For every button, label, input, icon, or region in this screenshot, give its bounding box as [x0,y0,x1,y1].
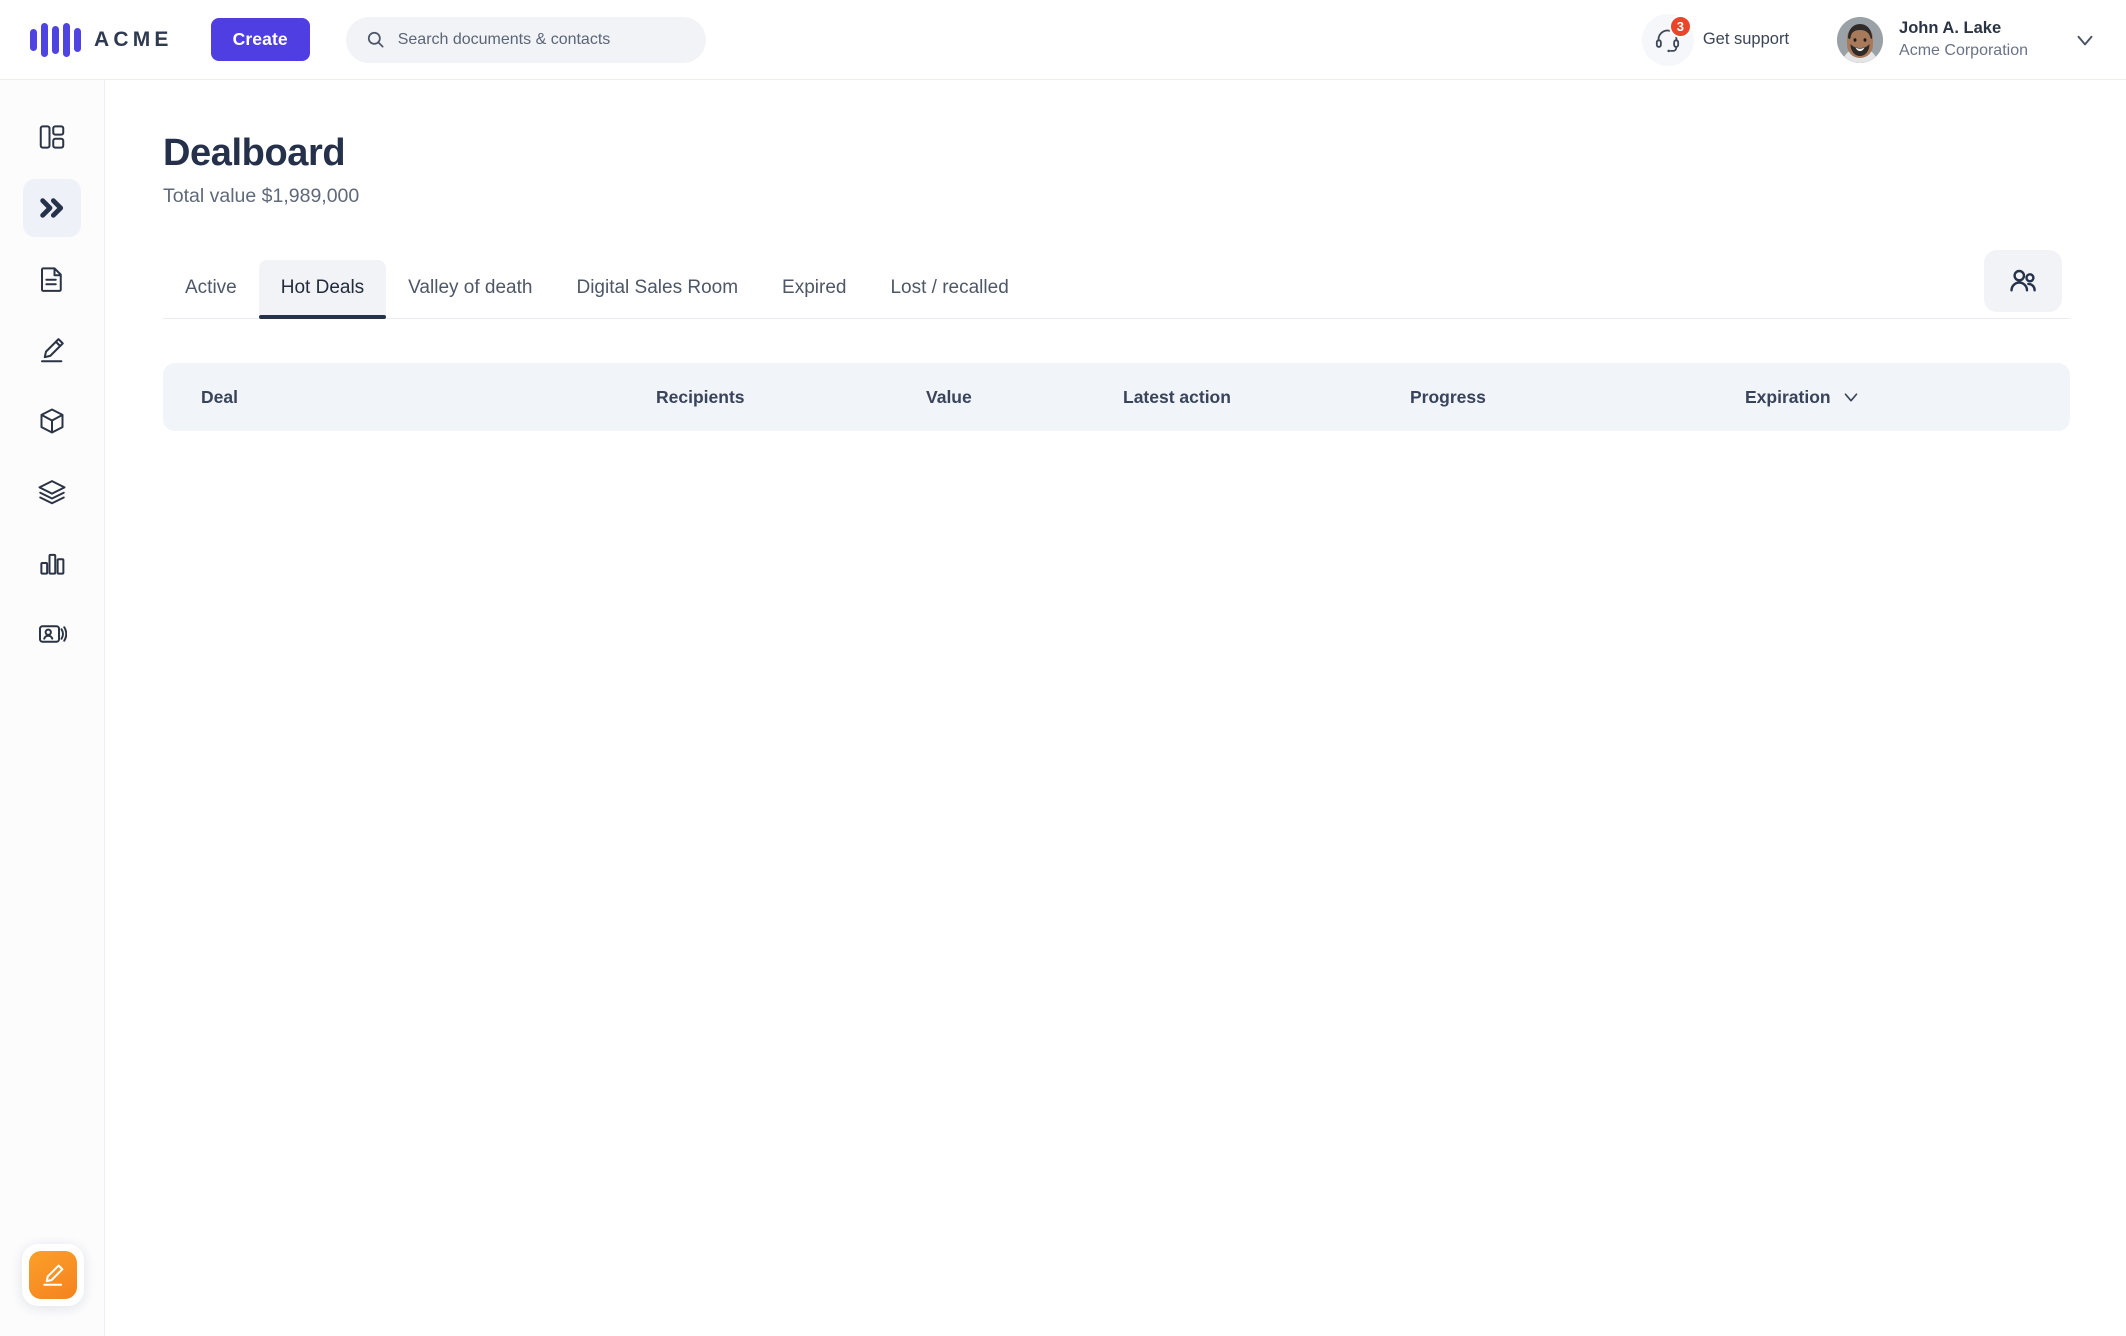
sign-fab-container [22,1244,84,1306]
people-icon [2007,265,2039,297]
column-header-deal[interactable]: Deal [201,387,656,408]
signature-pen-icon [40,1262,66,1288]
layers-icon [37,477,67,507]
tab-hot-deals[interactable]: Hot Deals [258,260,387,319]
team-members-button[interactable] [1984,250,2062,312]
chevron-down-icon[interactable] [1840,386,1862,408]
column-header-recipients[interactable]: Recipients [656,387,926,408]
sidebar-item-documents[interactable] [23,250,81,308]
page-subtitle: Total value $1,989,000 [163,185,360,207]
sidebar-item-products[interactable] [23,392,81,450]
tab-bar: Active Hot Deals Valley of death Digital… [163,250,2070,319]
support-notification-badge: 3 [1668,14,1692,38]
document-icon [37,264,67,294]
brand-logo[interactable]: ACME [30,22,173,57]
tab-expired[interactable]: Expired [760,260,868,318]
column-header-expiration-label: Expiration [1745,386,1831,407]
get-support-button[interactable]: 3 Get support [1641,13,1790,66]
sidebar-item-contacts[interactable] [23,605,81,663]
tab-digital-sales-room[interactable]: Digital Sales Room [554,260,760,318]
headset-icon: 3 [1641,13,1694,66]
deals-table: Deal Recipients Value Latest action Prog… [163,363,2070,731]
tab-valley-of-death[interactable]: Valley of death [386,260,554,318]
table-header-row: Deal Recipients Value Latest action Prog… [163,363,2070,431]
avatar [1837,16,1884,63]
sign-fab-button[interactable] [29,1251,77,1299]
bar-chart-icon [37,548,67,578]
page-title: Dealboard [163,132,346,174]
account-name: John A. Lake [1899,19,2002,38]
chevron-down-icon[interactable] [2072,27,2098,53]
tab-lost-recalled[interactable]: Lost / recalled [868,260,1030,318]
contact-card-icon [37,619,67,649]
table-body [163,431,2070,731]
column-header-progress[interactable]: Progress [1410,387,1745,408]
column-header-value[interactable]: Value [926,387,1123,408]
sidebar-item-dashboard[interactable] [23,108,81,166]
brand-name: ACME [94,27,173,51]
tabs: Active Hot Deals Valley of death Digital… [163,260,1031,319]
sidebar [0,80,105,1336]
column-header-latest-action[interactable]: Latest action [1123,387,1410,408]
create-button[interactable]: Create [210,18,310,61]
signature-pen-icon [37,335,67,365]
app-root: ACME Create 3 Ge [0,0,2126,1336]
sidebar-item-signatures[interactable] [23,321,81,379]
sidebar-item-analytics[interactable] [23,534,81,592]
body-row: Dealboard Total value $1,989,000 Active … [0,80,2126,1336]
search-input[interactable] [397,30,686,49]
double-chevron-icon [36,192,68,224]
search-icon [366,30,385,49]
dashboard-icon [37,122,67,152]
sidebar-item-dealboard[interactable] [23,179,81,237]
tab-active[interactable]: Active [163,260,259,318]
account-menu[interactable]: John A. Lake Acme Corporation [1837,16,2098,63]
acme-bars-logo-icon [30,22,81,57]
column-header-expiration[interactable]: Expiration [1745,386,2032,408]
sidebar-item-templates[interactable] [23,463,81,521]
search-box[interactable] [345,16,706,63]
get-support-label: Get support [1702,30,1790,48]
top-bar: ACME Create 3 Ge [0,0,2126,80]
main-content: Dealboard Total value $1,989,000 Active … [105,80,2126,1336]
cube-icon [37,406,67,436]
account-org: Acme Corporation [1899,41,2028,59]
account-info: John A. Lake Acme Corporation [1899,18,2028,61]
